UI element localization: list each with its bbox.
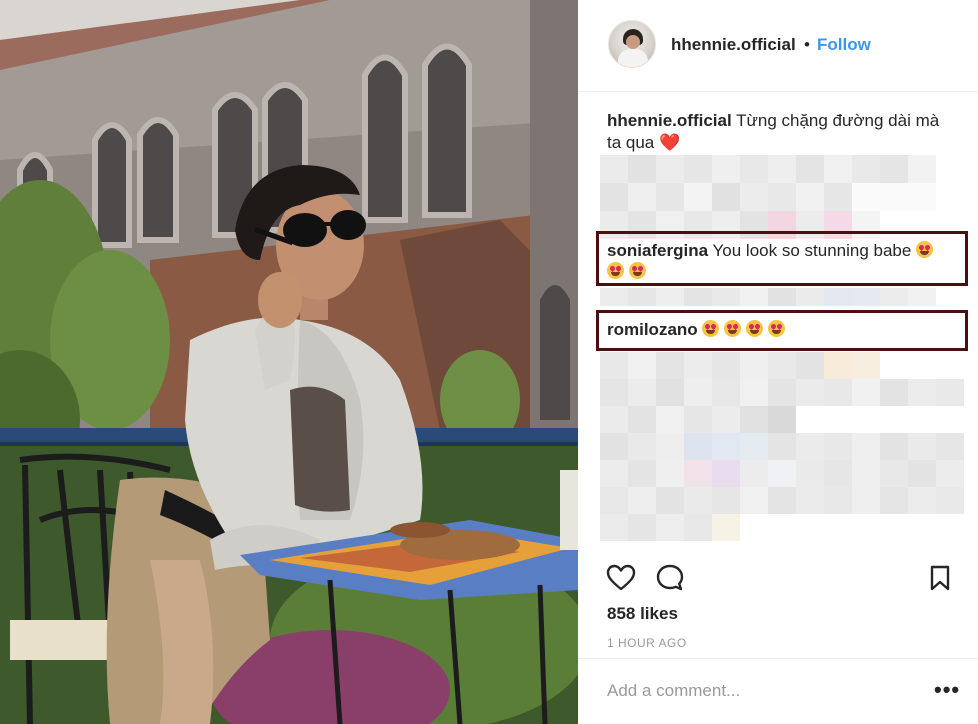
post-details-panel: hhennie.official • Follow hhennie.offici… — [578, 0, 978, 724]
comment-username[interactable]: soniafergina — [607, 241, 708, 260]
comment-input[interactable] — [607, 679, 907, 703]
heart-outline-icon[interactable] — [605, 562, 637, 594]
comment-item: romilozano — [607, 319, 952, 340]
add-comment-bar: ••• — [578, 658, 978, 724]
post-photo — [0, 0, 578, 724]
heart-eyes-emoji-icon — [746, 320, 764, 337]
follow-button[interactable]: Follow — [817, 35, 871, 55]
header-username[interactable]: hhennie.official — [671, 35, 796, 55]
bookmark-icon[interactable] — [924, 562, 956, 594]
post-timestamp[interactable]: 1 HOUR AGO — [607, 636, 687, 650]
speech-bubble-icon[interactable] — [654, 562, 686, 594]
comment-item: soniafergina You look so stunning babe — [607, 240, 952, 282]
blurred-comments-2 — [600, 288, 936, 306]
heart-emoji-icon: ❤️ — [659, 133, 681, 152]
more-options-icon[interactable]: ••• — [934, 677, 960, 703]
heart-eyes-emoji-icon — [629, 262, 646, 279]
heart-eyes-emoji-icon — [768, 320, 786, 337]
blurred-comments-3 — [600, 352, 964, 541]
post-caption: hhennie.official Từng chặng đường dài mà… — [607, 110, 957, 154]
avatar[interactable] — [608, 20, 656, 68]
comment-username[interactable]: romilozano — [607, 320, 698, 339]
heart-eyes-emoji-icon — [724, 320, 742, 337]
post-actions — [578, 558, 978, 598]
comment-text: You look so stunning babe — [712, 241, 912, 260]
likes-count[interactable]: 858 likes — [607, 604, 678, 624]
caption-username[interactable]: hhennie.official — [607, 111, 732, 130]
heart-eyes-emoji-icon — [702, 320, 720, 337]
heart-eyes-emoji-icon — [916, 241, 934, 258]
separator-dot: • — [804, 35, 810, 54]
blurred-comments-1 — [600, 155, 936, 239]
heart-eyes-emoji-icon — [607, 262, 624, 279]
photo-illustration — [0, 0, 578, 724]
post-header: hhennie.official • Follow — [578, 0, 978, 92]
